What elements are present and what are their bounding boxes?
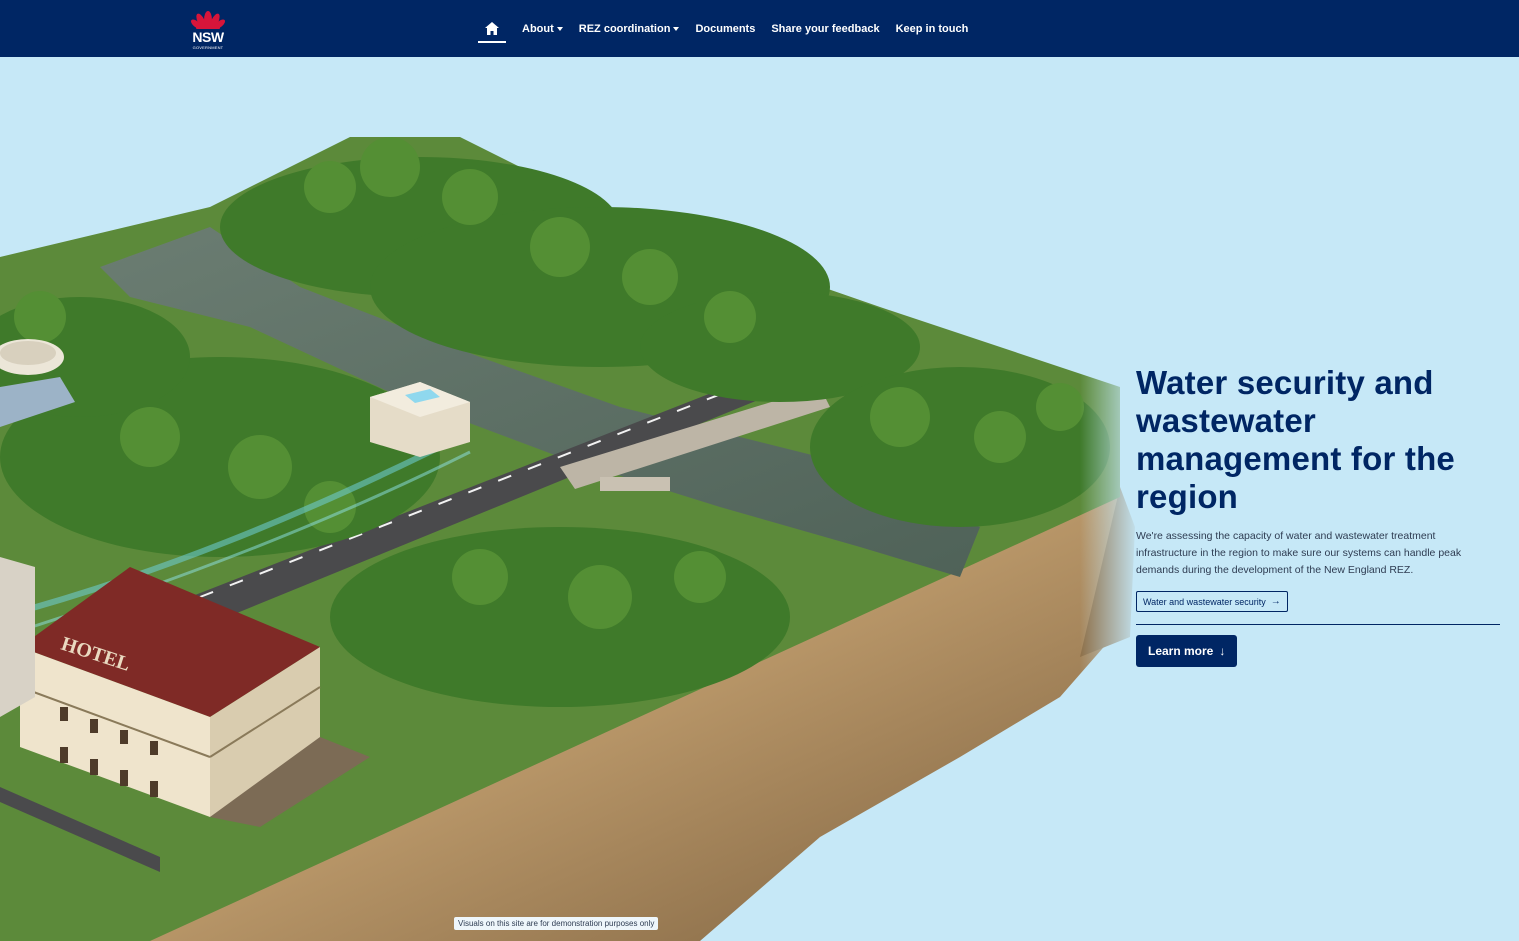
learn-more-button[interactable]: Learn more ↓	[1136, 635, 1238, 667]
arrow-down-icon: ↓	[1219, 644, 1226, 658]
nav-share-feedback[interactable]: Share your feedback	[771, 0, 879, 57]
water-security-tag-link[interactable]: Water and wastewater security →	[1136, 591, 1288, 612]
top-navbar: NSW GOVERNMENT About REZ coordination Do…	[0, 0, 1519, 57]
hero-content: Water security and wastewater management…	[1136, 364, 1500, 667]
nav-feedback-label: Share your feedback	[771, 22, 880, 35]
hero-description: We're assessing the capacity of water an…	[1136, 530, 1462, 576]
tag-label: Water and wastewater security	[1143, 596, 1266, 607]
nav-keep-in-touch-label: Keep in touch	[895, 22, 969, 35]
nav-home[interactable]	[478, 0, 506, 57]
nav-documents[interactable]: Documents	[695, 0, 755, 57]
waratah-icon	[191, 11, 225, 29]
nav-about[interactable]: About	[522, 0, 563, 57]
nsw-government-logo[interactable]: NSW GOVERNMENT	[188, 9, 228, 51]
main-menu: About REZ coordination Documents Share y…	[478, 0, 984, 57]
home-icon	[485, 22, 499, 35]
nav-keep-in-touch[interactable]: Keep in touch	[896, 0, 969, 57]
nav-rez-label: REZ coordination	[578, 22, 671, 35]
nav-about-label: About	[522, 22, 554, 35]
nav-rez-coordination[interactable]: REZ coordination	[579, 0, 680, 57]
caret-down-icon	[556, 26, 563, 31]
caret-down-icon	[673, 26, 680, 31]
logo-text: NSW	[192, 29, 224, 45]
logo-subtext: GOVERNMENT	[192, 45, 224, 50]
arrow-right-icon: →	[1270, 596, 1281, 607]
demo-disclaimer: Visuals on this site are for demonstrati…	[454, 917, 659, 930]
divider	[1136, 624, 1500, 625]
nav-documents-label: Documents	[695, 22, 756, 35]
learn-more-label: Learn more	[1148, 644, 1214, 658]
page-title: Water security and wastewater management…	[1136, 364, 1455, 515]
